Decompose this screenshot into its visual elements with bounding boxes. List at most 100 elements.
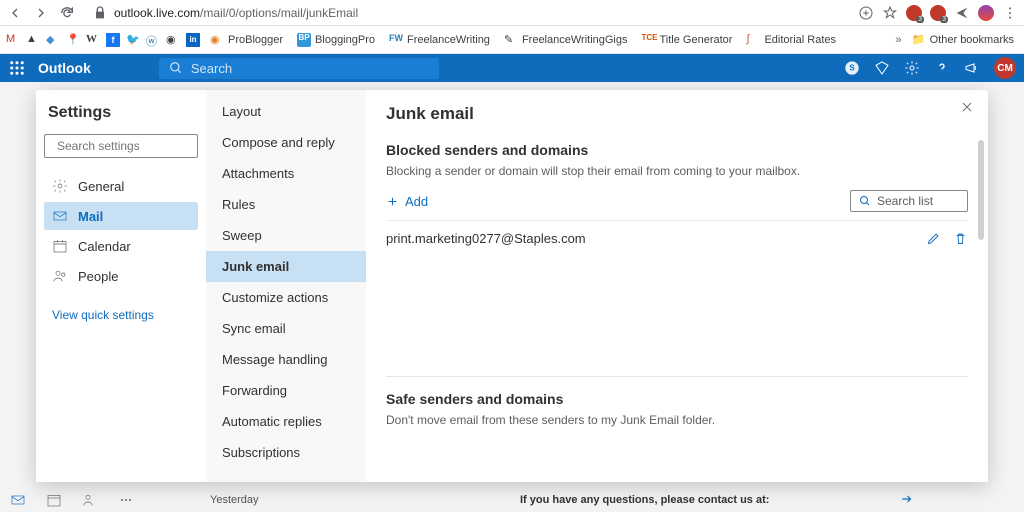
bookmark-editorialrates[interactable]: ∫Editorial Rates bbox=[742, 31, 840, 49]
bookmarks-bar: M ▲ ◆ 📍 W f 🐦 ⓦ ◉ in ◉ProBlogger BPBlogg… bbox=[0, 26, 1024, 54]
skype-icon[interactable]: S bbox=[844, 60, 860, 76]
bookmark-gmail-icon[interactable]: M bbox=[6, 33, 20, 47]
mail-settings-subnav: Layout Compose and reply Attachments Rul… bbox=[206, 90, 366, 482]
other-bookmarks[interactable]: 📁Other bookmarks bbox=[908, 31, 1018, 49]
settings-modal: Settings General Mail Calendar People Vi… bbox=[36, 90, 988, 482]
sub-message-handling[interactable]: Message handling bbox=[206, 344, 366, 375]
profile-avatar-icon[interactable] bbox=[978, 5, 994, 21]
add-blocked-button[interactable]: Add bbox=[386, 194, 428, 209]
blocked-section-desc: Blocking a sender or domain will stop th… bbox=[386, 164, 968, 178]
diamond-icon[interactable] bbox=[874, 60, 890, 76]
sub-customize[interactable]: Customize actions bbox=[206, 282, 366, 313]
bookmark-facebook-icon[interactable]: f bbox=[106, 33, 120, 47]
sub-automatic-replies[interactable]: Automatic replies bbox=[206, 406, 366, 437]
date-group-label: Yesterday bbox=[210, 494, 259, 506]
user-avatar[interactable]: CM bbox=[994, 57, 1016, 79]
sub-forwarding[interactable]: Forwarding bbox=[206, 375, 366, 406]
people-icon bbox=[52, 268, 68, 284]
bookmark-wikipedia-icon[interactable]: W bbox=[86, 33, 100, 47]
outlook-header: Outlook Search S CM bbox=[0, 54, 1024, 82]
plus-icon bbox=[386, 195, 399, 208]
help-icon[interactable] bbox=[934, 60, 950, 76]
bookmark-overflow-icon[interactable]: » bbox=[896, 34, 902, 46]
bookmark-linkedin-icon[interactable]: in bbox=[186, 33, 200, 47]
sub-layout[interactable]: Layout bbox=[206, 96, 366, 127]
nav-people[interactable]: People bbox=[44, 262, 198, 290]
url-path: /mail/0/options/mail/junkEmail bbox=[200, 6, 358, 20]
nav-people-label: People bbox=[78, 269, 118, 284]
calendar-icon bbox=[52, 238, 68, 254]
bookmark-problogger[interactable]: ◉ProBlogger bbox=[206, 31, 287, 49]
bookmark-drive-icon[interactable]: ▲ bbox=[26, 33, 40, 47]
search-icon bbox=[169, 61, 183, 75]
extension-icon-1[interactable]: 3 bbox=[906, 5, 922, 21]
panel-title: Junk email bbox=[386, 104, 968, 124]
browser-toolbar: outlook.live.com/mail/0/options/mail/jun… bbox=[0, 0, 1024, 26]
sub-attachments[interactable]: Attachments bbox=[206, 158, 366, 189]
reload-button[interactable] bbox=[58, 4, 76, 22]
blocked-sender-row: print.marketing0277@Staples.com bbox=[386, 220, 968, 256]
preview-snippet: If you have any questions, please contac… bbox=[520, 494, 769, 506]
people-module-icon[interactable] bbox=[82, 492, 98, 508]
nav-general[interactable]: General bbox=[44, 172, 198, 200]
sub-subscriptions[interactable]: Subscriptions bbox=[206, 437, 366, 468]
blocked-section-title: Blocked senders and domains bbox=[386, 142, 968, 158]
more-modules-icon[interactable] bbox=[118, 492, 134, 508]
bookmark-instagram-icon[interactable]: ◉ bbox=[166, 33, 180, 47]
sub-rules[interactable]: Rules bbox=[206, 189, 366, 220]
mail-module-icon[interactable] bbox=[10, 492, 26, 508]
safe-section-title: Safe senders and domains bbox=[386, 391, 968, 407]
share-icon[interactable] bbox=[954, 5, 970, 21]
settings-search-input[interactable] bbox=[57, 139, 212, 153]
bookmark-titlegenerator[interactable]: TCETitle Generator bbox=[638, 31, 737, 49]
bookmark-bloggingpro[interactable]: BPBloggingPro bbox=[293, 31, 379, 49]
settings-search-box[interactable] bbox=[44, 134, 198, 158]
sub-sync[interactable]: Sync email bbox=[206, 313, 366, 344]
search-placeholder: Search bbox=[191, 61, 232, 76]
sub-junk-email[interactable]: Junk email bbox=[206, 251, 366, 282]
add-label: Add bbox=[405, 194, 428, 209]
nav-calendar[interactable]: Calendar bbox=[44, 232, 198, 260]
edit-entry-icon[interactable] bbox=[926, 231, 941, 246]
sub-sweep[interactable]: Sweep bbox=[206, 220, 366, 251]
search-blocked-list[interactable]: Search list bbox=[850, 190, 968, 212]
bookmark-freelancewriting[interactable]: FWFreelanceWriting bbox=[385, 31, 494, 49]
megaphone-icon[interactable] bbox=[964, 60, 980, 76]
install-icon[interactable] bbox=[858, 5, 874, 21]
settings-title: Settings bbox=[44, 104, 198, 122]
nav-calendar-label: Calendar bbox=[78, 239, 131, 254]
search-icon bbox=[859, 195, 871, 207]
settings-gear-icon[interactable] bbox=[904, 60, 920, 76]
calendar-module-icon[interactable] bbox=[46, 492, 62, 508]
lock-icon bbox=[92, 5, 108, 21]
bookmark-wordpress-icon[interactable]: ⓦ bbox=[146, 33, 160, 47]
nav-general-label: General bbox=[78, 179, 124, 194]
blocked-sender-email: print.marketing0277@Staples.com bbox=[386, 231, 586, 246]
close-icon bbox=[960, 100, 974, 114]
delete-entry-icon[interactable] bbox=[953, 231, 968, 246]
safe-section-desc: Don't move email from these senders to m… bbox=[386, 413, 968, 427]
bookmark-twitter-icon[interactable]: 🐦 bbox=[126, 33, 140, 47]
forward-glyph-icon bbox=[900, 492, 914, 506]
app-launcher-icon[interactable] bbox=[8, 59, 26, 77]
menu-icon[interactable] bbox=[1002, 5, 1018, 21]
search-list-label: Search list bbox=[877, 194, 933, 208]
module-switcher bbox=[10, 492, 134, 508]
back-button[interactable] bbox=[6, 4, 24, 22]
forward-button[interactable] bbox=[32, 4, 50, 22]
star-icon[interactable] bbox=[882, 5, 898, 21]
outlook-logo: Outlook bbox=[38, 60, 91, 76]
view-quick-settings-link[interactable]: View quick settings bbox=[44, 300, 198, 330]
sub-compose[interactable]: Compose and reply bbox=[206, 127, 366, 158]
bookmark-devto-icon[interactable]: ◆ bbox=[46, 33, 60, 47]
address-bar[interactable]: outlook.live.com/mail/0/options/mail/jun… bbox=[84, 3, 850, 23]
bookmark-freelancewritinggigs[interactable]: ✎FreelanceWritingGigs bbox=[500, 31, 632, 49]
nav-mail[interactable]: Mail bbox=[44, 202, 198, 230]
extension-icon-2[interactable]: 3 bbox=[930, 5, 946, 21]
junk-email-panel: Junk email Blocked senders and domains B… bbox=[366, 90, 988, 482]
search-bar[interactable]: Search bbox=[159, 58, 439, 79]
mail-icon bbox=[52, 208, 68, 224]
bookmark-maps-icon[interactable]: 📍 bbox=[66, 33, 80, 47]
scrollbar[interactable] bbox=[978, 140, 984, 240]
close-button[interactable] bbox=[960, 100, 974, 119]
